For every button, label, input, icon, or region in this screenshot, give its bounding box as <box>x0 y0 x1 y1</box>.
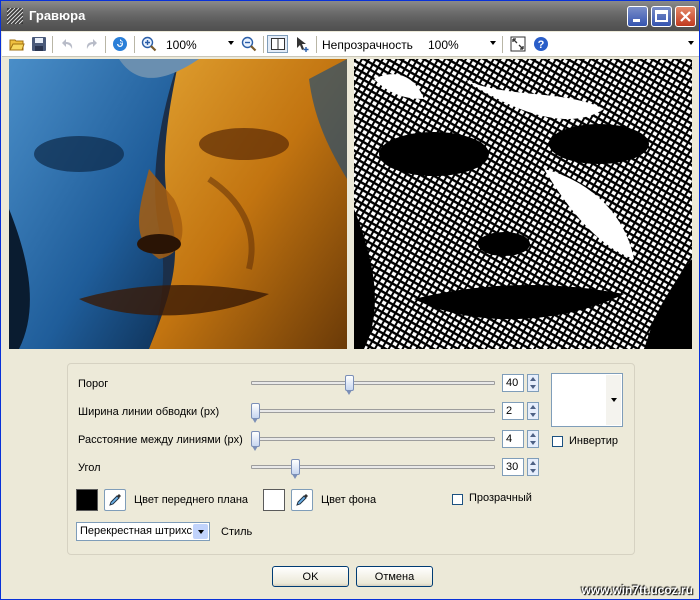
dialog-window: Гравюра 100% Непрозрачность 100% ? Порог… <box>0 0 700 600</box>
threshold-input[interactable]: 40 <box>502 374 524 392</box>
undo-button[interactable] <box>59 35 77 53</box>
angle-spinner[interactable] <box>527 458 539 476</box>
transparent-label: Прозрачный <box>469 492 532 504</box>
spin-down-icon[interactable] <box>530 385 536 389</box>
minimize-icon <box>633 19 640 22</box>
close-icon <box>680 11 691 22</box>
style-select[interactable]: Перекрестная штрихс <box>76 522 210 541</box>
opacity-label: Непрозрачность <box>322 38 413 52</box>
opacity-value[interactable]: 100% <box>428 38 459 52</box>
watermark-text: www.win7tt.ucoz.ru <box>581 583 693 597</box>
spin-up-icon[interactable] <box>530 377 536 381</box>
undo-icon <box>62 39 73 49</box>
spin-up-icon[interactable] <box>530 405 536 409</box>
fit-icon <box>510 36 526 52</box>
cancel-button[interactable]: Отмена <box>356 566 433 587</box>
window-title: Гравюра <box>29 8 86 23</box>
threshold-label: Порог <box>78 378 109 390</box>
cursor-tool-button[interactable] <box>293 35 311 53</box>
help-icon: ? <box>534 37 548 51</box>
minimize-button[interactable] <box>627 6 648 27</box>
fit-button[interactable] <box>509 35 527 53</box>
style-label: Стиль <box>221 526 253 538</box>
background-color-label: Цвет фона <box>321 494 377 506</box>
engraving-app-icon <box>7 8 23 24</box>
spin-down-icon[interactable] <box>530 413 536 417</box>
pattern-dropdown-arrow[interactable] <box>606 375 621 425</box>
svg-text:?: ? <box>538 39 545 51</box>
zoom-in-icon <box>141 36 157 52</box>
line-spacing-slider-thumb[interactable] <box>251 431 260 451</box>
chevron-down-icon <box>610 398 617 402</box>
maximize-icon <box>655 10 668 22</box>
ok-button[interactable]: OK <box>272 566 349 587</box>
spin-up-icon[interactable] <box>530 433 536 437</box>
reset-button[interactable] <box>111 35 129 53</box>
foreground-eyedropper-button[interactable] <box>104 489 126 511</box>
stroke-width-slider-thumb[interactable] <box>251 403 260 423</box>
threshold-slider-track[interactable] <box>251 381 495 385</box>
stroke-width-spinner[interactable] <box>527 402 539 420</box>
transparent-checkbox[interactable] <box>452 494 463 505</box>
stroke-width-slider-track[interactable] <box>251 409 495 413</box>
background-color-swatch[interactable] <box>263 489 285 511</box>
cursor-icon <box>297 37 309 52</box>
title-bar[interactable]: Гравюра <box>1 1 699 31</box>
pattern-preview-dropdown[interactable] <box>551 373 623 427</box>
foreground-color-swatch[interactable] <box>76 489 98 511</box>
zoom-out-icon <box>241 36 257 52</box>
reset-icon <box>113 37 127 51</box>
save-button[interactable] <box>30 35 48 53</box>
eyedropper-icon <box>296 494 308 506</box>
spin-down-icon[interactable] <box>530 441 536 445</box>
opacity-dropdown-icon[interactable] <box>490 41 496 45</box>
original-face-image <box>9 59 347 349</box>
open-icon <box>9 39 25 51</box>
help-button[interactable]: ? <box>532 35 550 53</box>
zoom-value[interactable]: 100% <box>166 38 197 52</box>
split-view-icon <box>270 38 285 50</box>
toolbar-overflow-icon[interactable] <box>688 41 694 45</box>
angle-input[interactable]: 30 <box>502 458 524 476</box>
engraved-face-image <box>354 59 692 349</box>
style-select-arrow[interactable] <box>193 524 208 539</box>
open-button[interactable] <box>8 35 26 53</box>
threshold-slider-thumb[interactable] <box>345 375 354 395</box>
redo-button[interactable] <box>82 35 100 53</box>
line-spacing-spinner[interactable] <box>527 430 539 448</box>
style-select-value: Перекрестная штрихс <box>80 525 193 537</box>
zoom-dropdown-icon[interactable] <box>228 41 234 45</box>
zoom-out-button[interactable] <box>240 35 258 53</box>
save-icon <box>32 37 46 51</box>
engraving-result-preview <box>354 59 692 349</box>
invert-checkbox[interactable] <box>552 436 563 447</box>
spin-up-icon[interactable] <box>530 461 536 465</box>
chevron-down-icon <box>197 529 204 534</box>
angle-slider-track[interactable] <box>251 465 495 469</box>
split-view-button[interactable] <box>267 35 288 53</box>
angle-label: Угол <box>78 462 101 474</box>
line-spacing-input[interactable]: 4 <box>502 430 524 448</box>
maximize-button[interactable] <box>651 6 672 27</box>
eyedropper-icon <box>109 494 121 506</box>
toolbar: 100% Непрозрачность 100% ? <box>2 32 699 57</box>
zoom-in-button[interactable] <box>140 35 158 53</box>
background-eyedropper-button[interactable] <box>291 489 313 511</box>
threshold-spinner[interactable] <box>527 374 539 392</box>
foreground-color-label: Цвет переднего плана <box>134 494 249 506</box>
original-image-preview <box>9 59 347 349</box>
angle-slider-thumb[interactable] <box>290 459 300 479</box>
line-spacing-slider-track[interactable] <box>251 437 495 441</box>
redo-icon <box>86 39 97 49</box>
spin-down-icon[interactable] <box>530 469 536 473</box>
stroke-width-label: Ширина линии обводки (px) <box>78 406 220 418</box>
line-spacing-label: Расстояние между линиями (px) <box>78 434 243 446</box>
invert-label: Инвертир <box>569 435 618 447</box>
stroke-width-input[interactable]: 2 <box>502 402 524 420</box>
close-button[interactable] <box>675 6 696 27</box>
